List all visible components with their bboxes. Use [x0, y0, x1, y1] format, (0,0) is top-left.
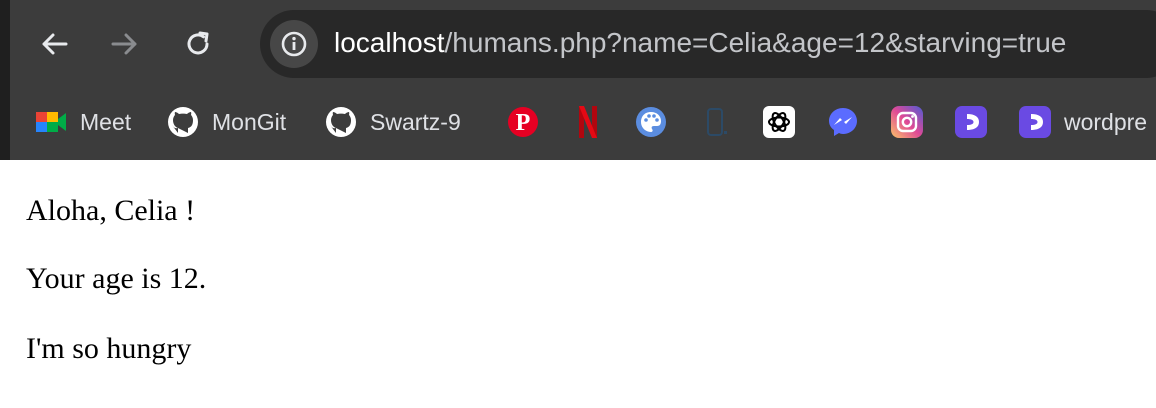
arrow-left-icon: [42, 33, 68, 55]
bookmark-pinterest[interactable]: P: [506, 102, 540, 142]
github-icon: [168, 107, 198, 137]
bookmark-label: wordpre: [1064, 108, 1148, 135]
bookmark-dropcontact[interactable]: [954, 102, 988, 142]
url-host: localhost: [334, 27, 445, 58]
messenger-icon: [829, 108, 857, 136]
bookmark-label: MonGit: [212, 108, 287, 135]
address-bar[interactable]: localhost/humans.php?name=Celia&age=12&s…: [260, 10, 1156, 78]
github-icon: [326, 107, 356, 137]
reload-icon: [187, 31, 209, 55]
bookmark-messenger[interactable]: [826, 102, 860, 142]
browser-chrome: localhost/humans.php?name=Celia&age=12&s…: [0, 0, 1156, 160]
pinterest-icon: P: [508, 107, 538, 137]
page-content: Aloha, Celia ! Your age is 12. I'm so hu…: [10, 160, 1156, 408]
bookmark-netflix[interactable]: [576, 102, 600, 142]
greeting-text: Aloha, Celia !: [26, 194, 196, 227]
window-edge: [0, 0, 10, 160]
bookmark-label: Swartz-9: [370, 108, 461, 135]
bookmark-swartz-9[interactable]: Swartz-9: [324, 102, 461, 142]
palette-icon: [636, 107, 666, 137]
dropcontact-icon: [1019, 106, 1051, 138]
browser-toolbar: localhost/humans.php?name=Celia&age=12&s…: [10, 0, 1156, 88]
arrow-right-icon: [111, 33, 137, 55]
bookmark-palette[interactable]: [634, 102, 668, 142]
info-icon: [281, 31, 307, 57]
bookmark-instagram[interactable]: [890, 102, 924, 142]
forward-button[interactable]: [103, 22, 147, 66]
bookmark-wordpress[interactable]: wordpre: [1018, 102, 1147, 142]
google-meet-icon: [36, 112, 66, 132]
age-text: Your age is 12.: [26, 262, 207, 295]
bookmark-openai[interactable]: [762, 102, 796, 142]
phone-icon: [707, 108, 727, 136]
site-info-button[interactable]: [270, 20, 318, 68]
url-text[interactable]: localhost/humans.php?name=Celia&age=12&s…: [334, 25, 1066, 61]
openai-icon: [763, 106, 795, 138]
bookmark-mongit[interactable]: MonGit: [166, 102, 286, 142]
bookmark-label: Meet: [80, 108, 132, 135]
reload-button[interactable]: [176, 22, 220, 66]
hunger-text: I'm so hungry: [26, 332, 192, 365]
svg-text:P: P: [516, 110, 531, 136]
bookmarks-bar: Meet MonGit Swartz-9 P wordpre: [10, 88, 1156, 160]
dropcontact-icon: [955, 106, 987, 138]
bookmark-meet[interactable]: Meet: [34, 102, 131, 142]
bookmark-phone[interactable]: [698, 102, 732, 142]
back-button[interactable]: [32, 22, 76, 66]
netflix-icon: [579, 106, 597, 138]
url-path: /humans.php?name=Celia&age=12&starving=t…: [444, 27, 1067, 58]
instagram-icon: [891, 106, 923, 138]
